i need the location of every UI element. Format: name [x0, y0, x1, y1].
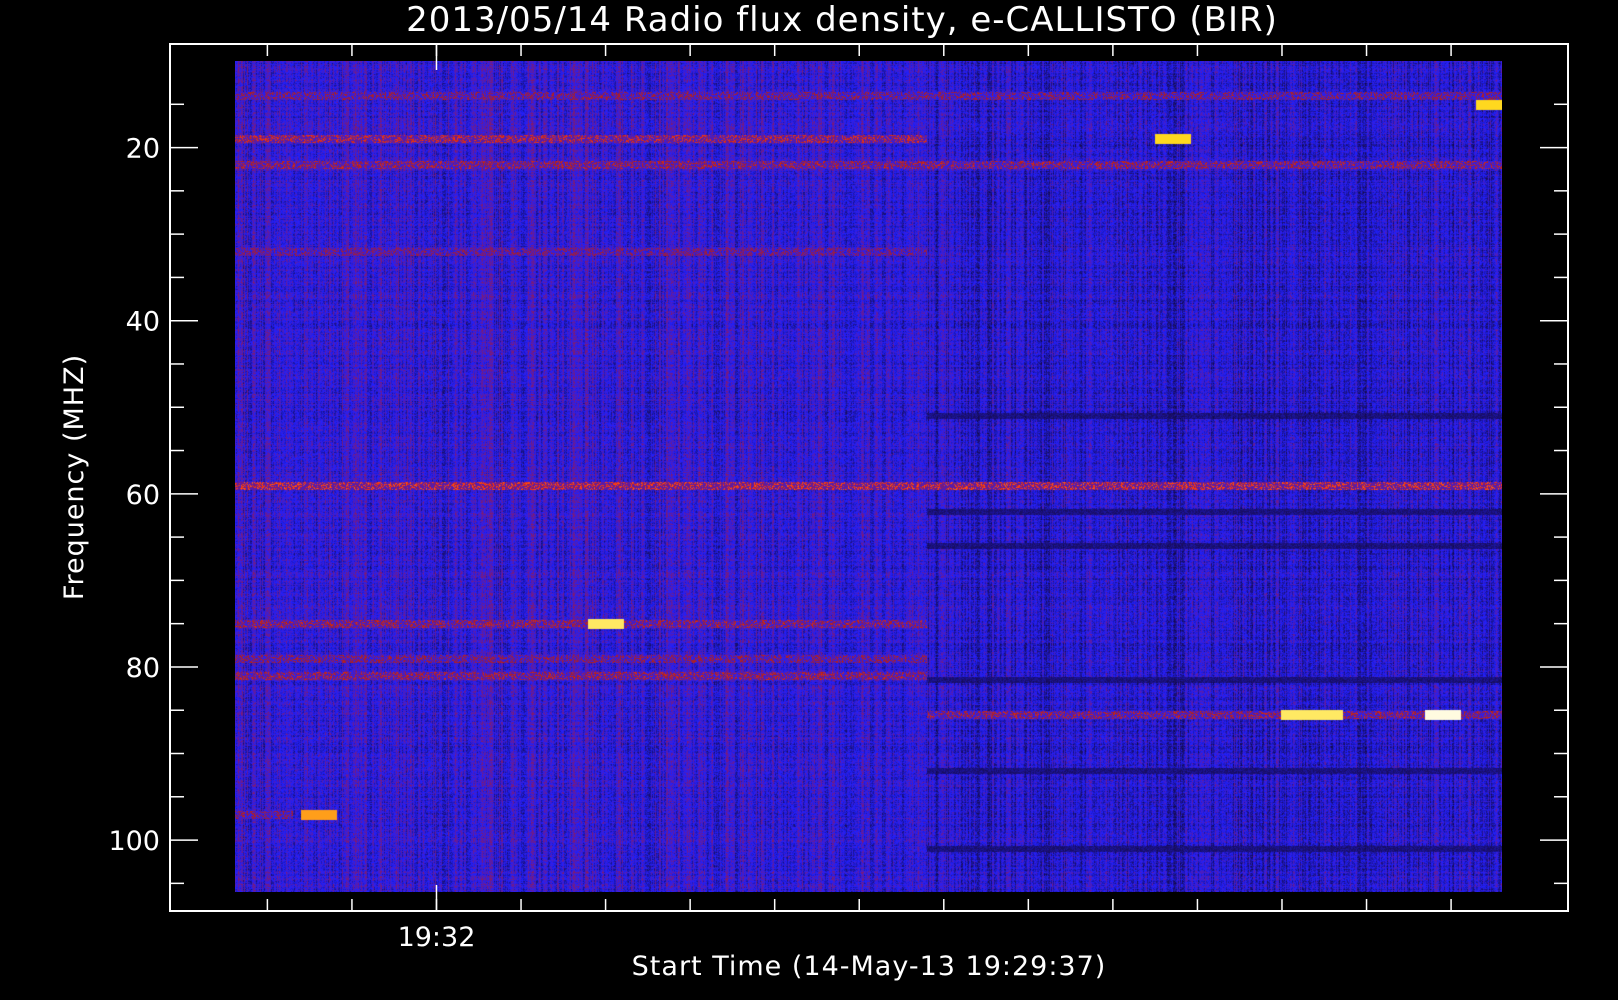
- y-tick-label: 100: [108, 826, 160, 857]
- y-tick-label: 60: [126, 480, 160, 511]
- spectrogram-image: [235, 61, 1502, 892]
- y-tick-label: 20: [126, 134, 160, 165]
- chart-title: 2013/05/14 Radio flux density, e-CALLIST…: [406, 0, 1278, 40]
- plot-area: [235, 61, 1502, 892]
- y-tick-label: 80: [126, 653, 160, 684]
- y-tick-label: 40: [126, 307, 160, 338]
- x-axis-label: Start Time (14-May-13 19:29:37): [632, 951, 1107, 982]
- spectrogram-chart: 2013/05/14 Radio flux density, e-CALLIST…: [0, 0, 1618, 1000]
- chart-svg: 2013/05/14 Radio flux density, e-CALLIST…: [59, 0, 1569, 982]
- x-tick-label: 19:32: [398, 922, 476, 953]
- y-axis-label: Frequency (MHZ): [59, 354, 90, 600]
